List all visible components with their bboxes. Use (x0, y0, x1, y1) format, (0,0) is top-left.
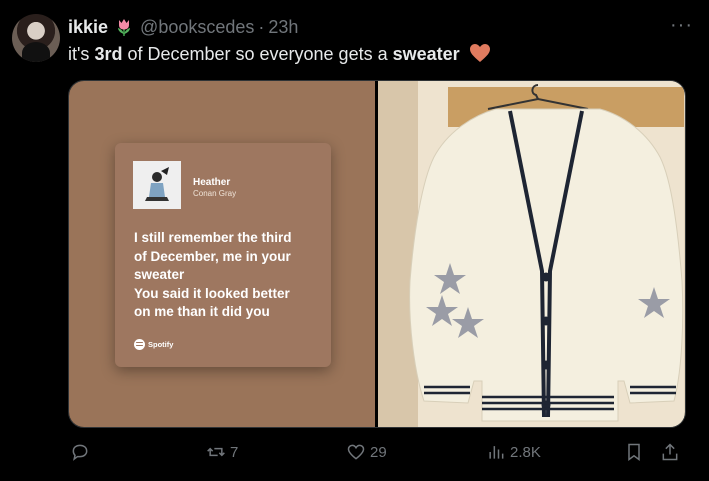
like-count: 29 (370, 443, 387, 461)
reply-icon (72, 444, 88, 461)
song-artist: Conan Gray (193, 189, 237, 198)
spotify-label: Spotify (148, 340, 174, 349)
more-options-icon[interactable]: ··· (670, 14, 693, 37)
views-icon (489, 446, 504, 459)
author-handle[interactable]: @bookscedes (140, 17, 254, 38)
lyric-line: of December, me in your (134, 248, 291, 264)
lyric-line: sweater (134, 267, 185, 282)
lyric-line: I still remember the third (134, 230, 292, 245)
spotify-branding: Spotify (134, 339, 173, 350)
views-button[interactable]: 2.8K (486, 442, 541, 462)
views-count: 2.8K (510, 443, 541, 461)
spotify-lyrics-image[interactable]: Heather Conan Gray I still remember the … (69, 81, 375, 427)
action-bar: 7 29 2.8K (68, 442, 684, 466)
timestamp[interactable]: 23h (268, 17, 298, 38)
text-bold-date: 3rd (94, 44, 123, 64)
spotify-icon (134, 339, 145, 350)
separator-dot: · (258, 16, 265, 37)
text-part: it's (68, 44, 95, 64)
tweet-text: it's 3rd of December so everyone gets a … (68, 42, 491, 66)
lyric-line: You said it looked better (134, 285, 290, 301)
media-grid[interactable]: Heather Conan Gray I still remember the … (68, 80, 686, 428)
text-part: of December so everyone gets a (122, 44, 393, 64)
tweet-header: ikkie @bookscedes · 23h ··· (68, 14, 693, 38)
reply-button[interactable] (70, 442, 94, 462)
like-button[interactable]: 29 (346, 442, 387, 462)
album-cover (133, 161, 181, 209)
retweet-count: 7 (230, 443, 239, 461)
retweet-icon (207, 447, 225, 457)
heart-emoji-icon (469, 44, 490, 62)
retweet-button[interactable]: 7 (206, 442, 238, 462)
cardigan-photo[interactable] (378, 81, 685, 427)
heart-icon (347, 444, 365, 460)
lyric-line: on me than it did you (134, 304, 270, 319)
lyrics-text: I still remember the third of December, … (134, 229, 324, 322)
share-button[interactable] (660, 442, 680, 462)
song-title: Heather (193, 177, 231, 188)
bookmark-icon (628, 443, 640, 461)
tulip-emoji-icon (114, 17, 134, 37)
text-bold-sweater: sweater (392, 44, 460, 64)
lyrics-card: Heather Conan Gray I still remember the … (115, 143, 331, 367)
bookmark-button[interactable] (624, 442, 644, 462)
share-icon (662, 443, 678, 461)
cardigan-illustration (378, 81, 684, 427)
avatar[interactable] (12, 14, 60, 62)
author-name[interactable]: ikkie (68, 17, 108, 38)
